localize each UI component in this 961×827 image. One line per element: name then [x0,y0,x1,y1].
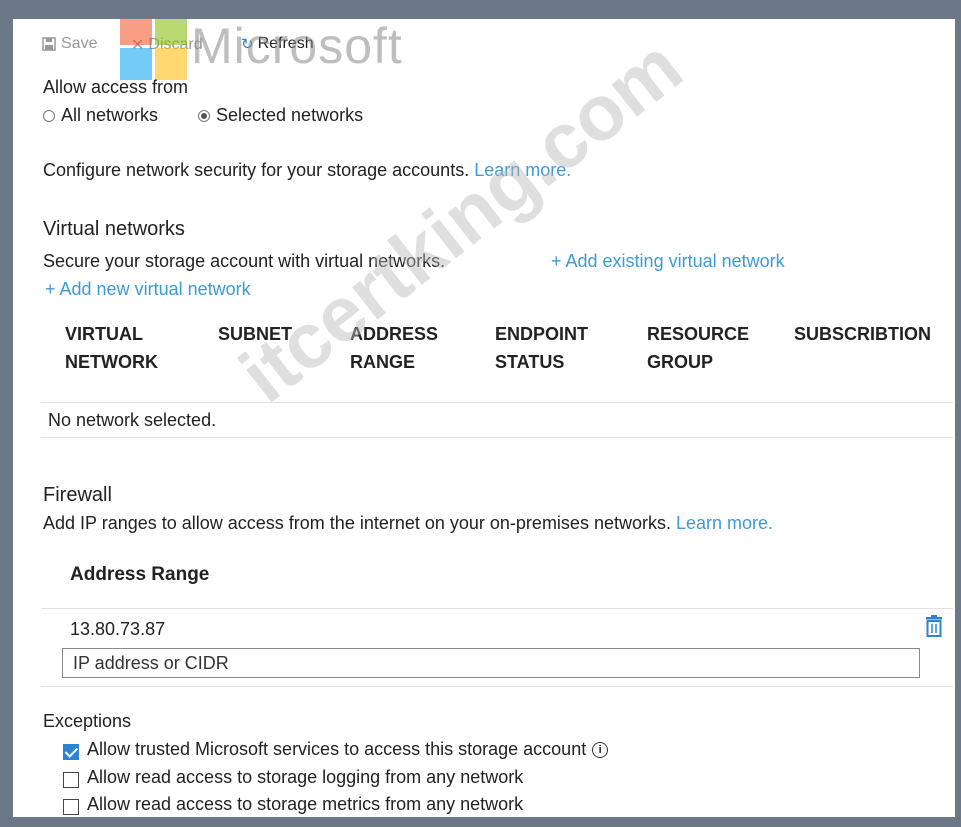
exception-storage-logging-label: Allow read access to storage logging fro… [87,767,524,787]
radio-selected-label: Selected networks [216,105,364,125]
address-range-row: 13.80.73.87 [70,619,166,639]
save-icon [42,37,56,51]
access-label: Allow access from [43,77,189,97]
checkbox-storage-metrics[interactable] [63,799,79,815]
add-new-virtual-network-link[interactable]: + Add new virtual network [45,279,251,300]
column-resource-group: RESOURCE GROUP [647,324,750,372]
microsoft-logo-text: Microsoft [191,19,403,74]
exception-trusted-services: Allow trusted Microsoft services to acce… [87,739,609,760]
no-network-message: No network selected. [48,410,217,430]
radio-all-networks[interactable]: All networks [43,105,158,126]
radio-all-label: All networks [61,105,159,125]
microsoft-logo-icon [120,19,188,81]
divider [41,402,953,403]
save-label: Save [61,35,98,52]
divider [41,608,953,609]
firewall-heading: Firewall [43,484,112,506]
column-address-range-firewall: Address Range [70,564,210,585]
firewall-description: Add IP ranges to allow access from the i… [43,513,671,533]
radio-all-icon [43,110,55,123]
column-subnet: SUBNET [218,324,293,344]
radio-selected-networks[interactable]: Selected networks [198,105,363,126]
delete-icon[interactable] [924,615,944,642]
divider [41,686,953,687]
divider [41,437,953,438]
column-address-range: ADDRESS RANGE [350,324,439,372]
configure-description: Configure network security for your stor… [43,160,470,180]
checkbox-trusted-services[interactable] [63,744,79,760]
virtual-networks-description: Secure your storage account with virtual… [43,251,446,271]
column-endpoint-status: ENDPOINT STATUS [495,324,589,372]
add-existing-virtual-network-link[interactable]: + Add existing virtual network [551,251,785,272]
virtual-networks-heading: Virtual networks [43,218,185,240]
firewall-description-line: Add IP ranges to allow access from the i… [43,513,773,534]
firewall-settings-panel: Save ✕ Discard ↻ Refresh Microsoft Allow… [13,19,955,817]
configure-text: Configure network security for your stor… [43,160,571,181]
column-subscription: SUBSCRIBTION [794,324,932,344]
firewall-learn-more-link[interactable]: Learn more. [676,513,773,533]
exception-storage-metrics-label: Allow read access to storage metrics fro… [87,794,524,814]
info-icon[interactable]: i [592,742,609,759]
save-button[interactable]: Save [41,35,97,53]
radio-selected-icon [198,110,210,123]
column-virtual-network: VIRTUAL NETWORK [65,324,158,372]
ip-address-input[interactable]: IP address or CIDR [62,648,920,678]
exception-trusted-services-label: Allow trusted Microsoft services to acce… [87,739,587,759]
configure-learn-more-link[interactable]: Learn more. [474,160,571,180]
exceptions-heading: Exceptions [43,711,132,731]
checkbox-storage-logging[interactable] [63,772,79,788]
